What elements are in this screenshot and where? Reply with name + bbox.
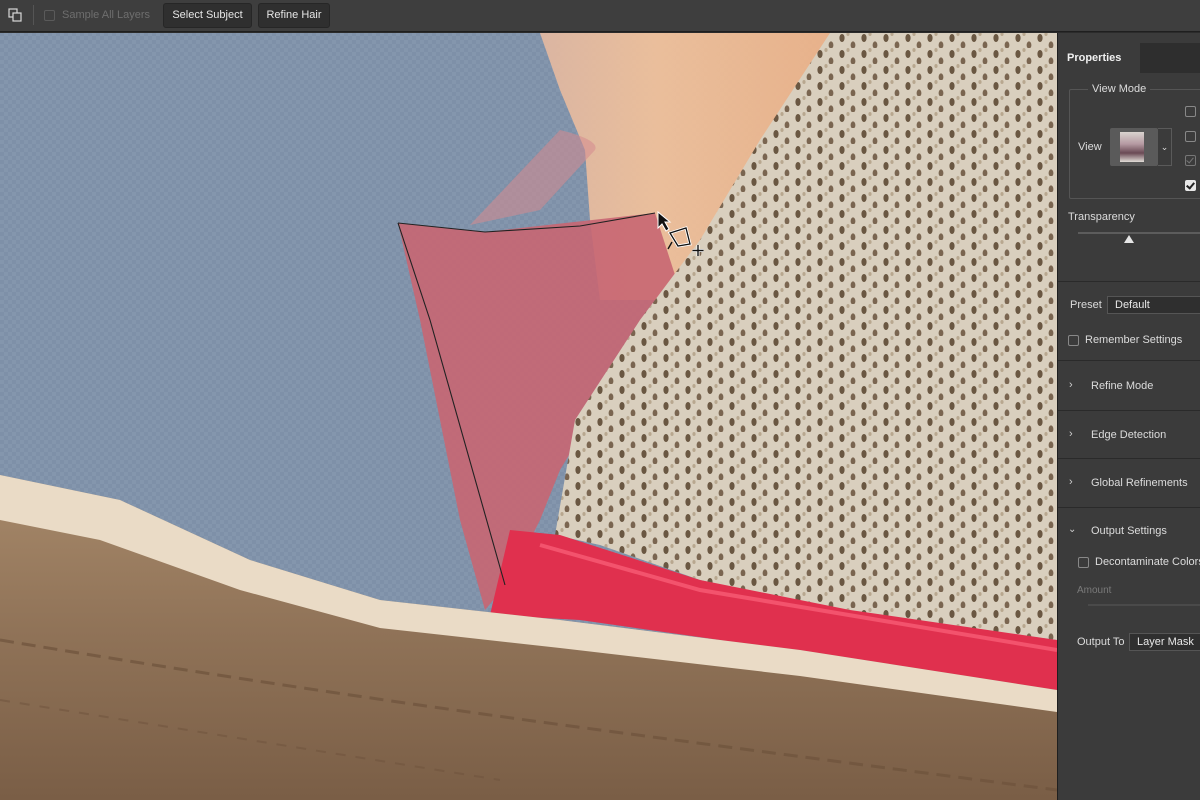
decontaminate-colors-label: Decontaminate Colors (1095, 556, 1200, 568)
image-canvas[interactable] (0, 33, 1057, 800)
view-option-checkbox-1[interactable] (1185, 106, 1196, 117)
divider (1058, 281, 1200, 282)
transparency-slider[interactable] (1078, 232, 1200, 234)
view-label: View (1078, 141, 1102, 153)
canvas-artwork (0, 33, 1057, 800)
divider (1058, 458, 1200, 459)
sample-all-layers-label: Sample All Layers (62, 9, 151, 21)
preset-label: Preset (1070, 299, 1102, 311)
section-global-refinements[interactable]: Global Refinements (1091, 477, 1188, 489)
overlap-squares-icon[interactable] (8, 8, 22, 22)
divider (1058, 360, 1200, 361)
transparency-slider-thumb[interactable] (1124, 235, 1134, 243)
chevron-down-icon[interactable]: ⌄ (1158, 128, 1172, 166)
view-option-checkbox-2[interactable] (1185, 131, 1196, 142)
chevron-down-icon[interactable]: ⌄ (1068, 524, 1076, 535)
select-subject-button[interactable]: Select Subject (163, 3, 252, 28)
amount-slider (1088, 604, 1200, 606)
section-output-settings[interactable]: Output Settings (1091, 525, 1167, 537)
thumbnail-image (1120, 132, 1144, 162)
section-edge-detection[interactable]: Edge Detection (1091, 429, 1166, 441)
divider (1058, 410, 1200, 411)
preset-select[interactable]: Default (1107, 296, 1200, 314)
properties-panel: Properties View Mode View ⌄ Transparency… (1057, 33, 1200, 800)
output-to-select[interactable]: Layer Mask (1129, 633, 1200, 651)
options-bar: Sample All Layers Select Subject Refine … (0, 0, 1200, 32)
output-to-label: Output To (1077, 636, 1125, 648)
remember-settings-label: Remember Settings (1085, 334, 1183, 346)
divider (1058, 507, 1200, 508)
view-option-checkbox-4[interactable] (1185, 180, 1196, 191)
refine-hair-button[interactable]: Refine Hair (258, 3, 330, 28)
chevron-right-icon[interactable]: › (1069, 476, 1073, 488)
sample-all-layers-checkbox[interactable] (44, 9, 55, 21)
section-refine-mode[interactable]: Refine Mode (1091, 380, 1153, 392)
chevron-right-icon[interactable]: › (1069, 379, 1073, 391)
remember-settings-checkbox[interactable] (1068, 335, 1079, 346)
view-option-checkbox-3 (1185, 155, 1196, 166)
tab-properties[interactable]: Properties (1058, 43, 1140, 73)
view-mode-thumbnail[interactable] (1110, 128, 1158, 166)
decontaminate-colors-checkbox[interactable] (1078, 557, 1089, 568)
amount-label: Amount (1077, 585, 1112, 596)
panel-tab-bar: Properties (1058, 43, 1200, 73)
toolbar-divider (33, 5, 34, 25)
transparency-label: Transparency (1068, 211, 1135, 223)
view-mode-title: View Mode (1088, 83, 1151, 95)
sample-all-layers-option[interactable]: Sample All Layers (44, 9, 150, 21)
chevron-right-icon[interactable]: › (1069, 428, 1073, 440)
